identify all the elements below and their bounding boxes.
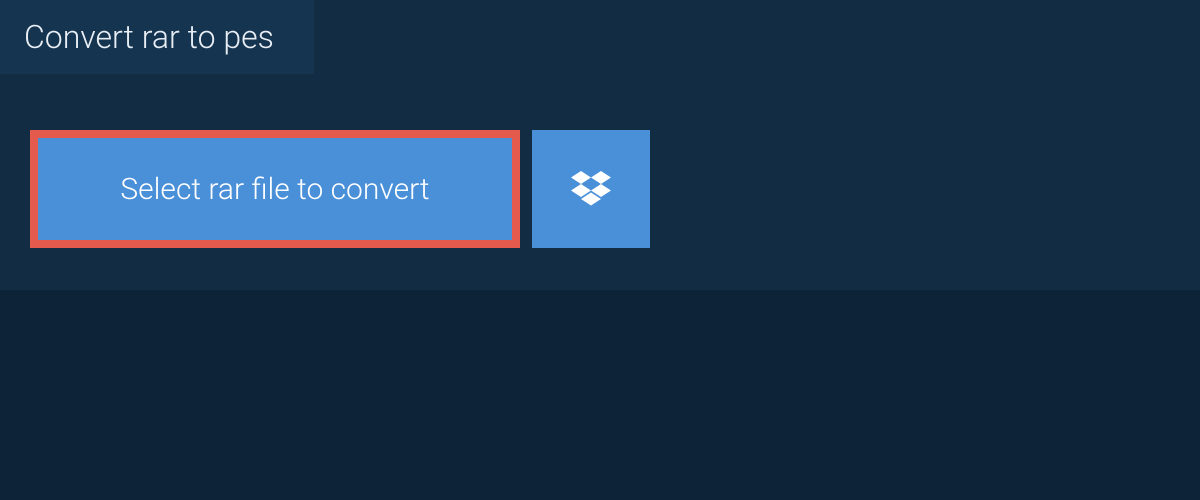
dropbox-button[interactable] xyxy=(532,130,650,248)
file-select-row: Select rar file to convert xyxy=(30,130,650,248)
select-file-button[interactable]: Select rar file to convert xyxy=(30,130,520,248)
tab-convert-rar-to-pes[interactable]: Convert rar to pes xyxy=(0,0,314,74)
converter-panel: Convert rar to pes Select rar file to co… xyxy=(0,0,1200,290)
tab-title: Convert rar to pes xyxy=(24,18,274,56)
dropbox-icon xyxy=(571,171,611,207)
select-file-label: Select rar file to convert xyxy=(120,172,429,207)
